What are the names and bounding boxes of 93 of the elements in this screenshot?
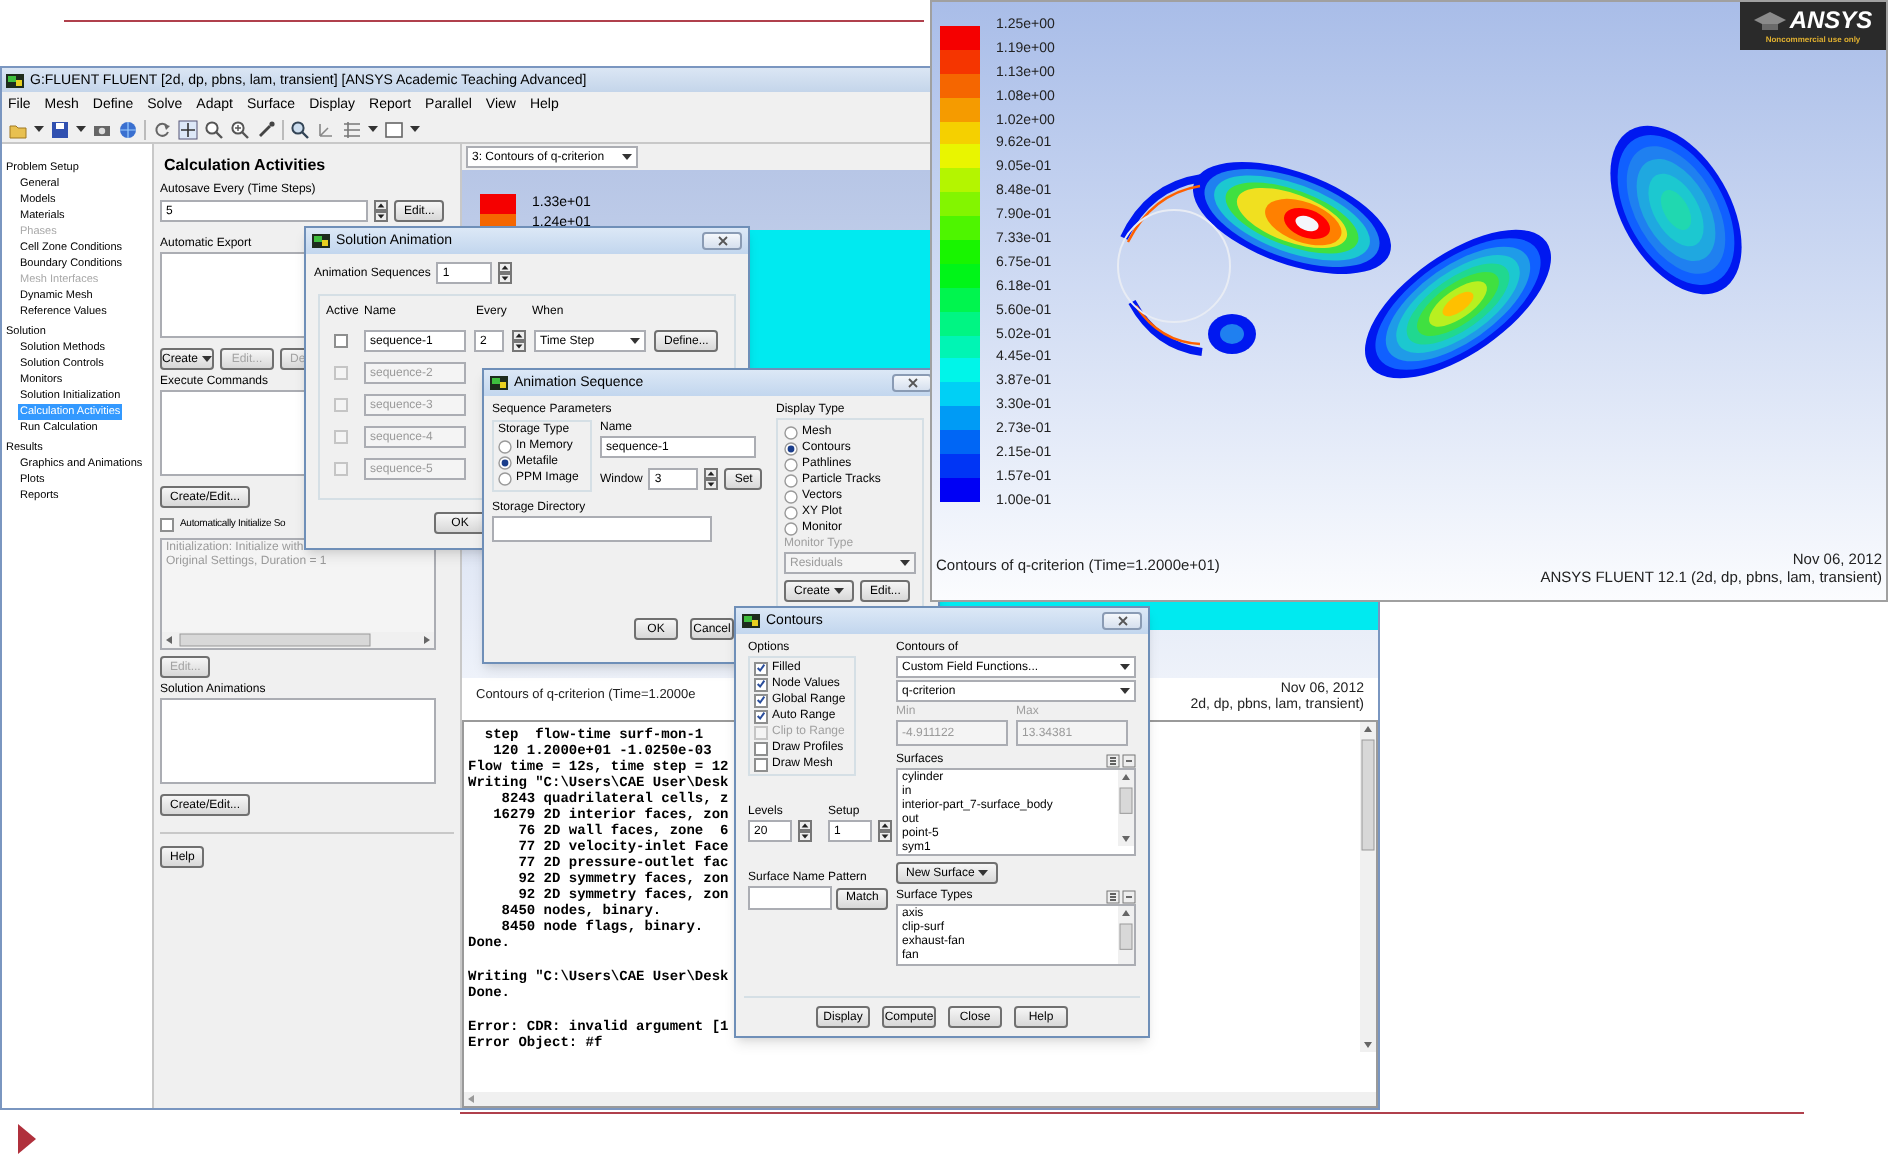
minus-icon[interactable] [1122,889,1136,903]
checkbox[interactable] [754,677,768,691]
spinner-icon[interactable] [798,820,812,842]
radio-button[interactable] [498,471,512,485]
caret-icon [202,356,213,362]
scrollbar[interactable] [1118,770,1134,846]
caret-icon [630,338,640,344]
radio-button[interactable] [784,505,798,519]
color-swatch [940,335,980,359]
color-swatch [940,358,980,383]
close-button[interactable] [892,374,932,392]
logo-text: ANSYS [1789,8,1873,34]
save-icon[interactable] [50,119,70,139]
color-swatch [940,430,980,455]
caret-icon [900,560,910,566]
checkbox[interactable] [754,693,768,707]
caret-icon [834,588,845,594]
radio-button[interactable] [784,457,798,471]
spinner-icon[interactable] [374,200,388,222]
caret-icon [1120,688,1130,694]
color-swatch [940,216,980,241]
radio-button[interactable] [784,489,798,503]
app-icon [6,73,24,87]
color-swatch [940,144,980,169]
color-swatch [940,477,980,502]
color-swatch [940,73,980,98]
close-icon [1117,616,1127,626]
color-swatch [940,97,980,122]
close-button[interactable] [702,232,742,250]
color-swatch [940,192,980,217]
scrollbar[interactable] [1118,906,1134,964]
move-icon[interactable] [178,119,198,139]
grid-icon[interactable] [342,119,362,139]
zoom-icon[interactable] [204,119,224,139]
minus-icon[interactable] [1122,753,1136,767]
input-field[interactable] [492,516,712,542]
color-swatch [940,454,980,478]
checkbox[interactable] [754,709,768,723]
app-icon [742,614,760,628]
spinner-icon[interactable] [704,468,719,490]
radio-button[interactable] [784,425,798,439]
radio-button[interactable] [784,521,798,535]
scrollbar[interactable] [1360,722,1376,1052]
caret-icon [622,154,632,160]
spinner-icon[interactable] [498,262,513,284]
checkbox[interactable] [754,661,768,675]
color-swatch [940,26,980,50]
color-swatch [940,168,980,193]
zoom-in-icon[interactable] [230,119,250,139]
checkbox[interactable] [334,334,348,348]
cylinder-outline [1117,209,1231,323]
checkbox[interactable] [754,757,768,771]
app-icon [490,376,508,390]
list-icon[interactable] [1106,889,1120,903]
search-icon[interactable] [290,119,310,139]
list-icon[interactable] [1106,753,1120,767]
color-swatch [940,240,980,264]
close-icon [907,378,917,388]
caret-icon [1120,664,1130,670]
color-swatch [940,121,980,145]
app-icon [312,234,330,248]
caret-icon [368,126,378,132]
rotate-icon[interactable] [152,119,172,139]
globe-icon[interactable] [118,119,138,139]
spinner-icon[interactable] [512,330,526,352]
radio-button[interactable] [498,439,512,453]
scrollbar[interactable] [162,632,434,648]
caret-icon [410,126,420,132]
window-icon[interactable] [384,119,404,139]
radio-button[interactable] [784,441,798,455]
caret-icon [978,870,989,876]
eyedropper-icon[interactable] [256,119,276,139]
color-swatch [940,311,980,336]
color-swatch [940,406,980,431]
close-icon [717,236,727,246]
color-swatch [940,287,980,312]
scrollbar[interactable] [464,1092,1376,1106]
checkbox[interactable] [754,741,768,755]
graduation-cap-icon [1753,11,1786,31]
checkbox[interactable] [160,517,174,531]
caret-icon [34,126,44,132]
color-swatch [940,49,980,74]
caret-icon [76,126,86,132]
color-swatch [940,263,980,288]
radio-button[interactable] [784,473,798,487]
color-swatch [480,194,516,214]
color-swatch [940,382,980,407]
input-field[interactable] [748,886,832,910]
panel-title: Calculation Activities [164,156,328,176]
spinner-icon[interactable] [878,820,892,842]
radio-button[interactable] [498,455,512,469]
close-button[interactable] [1102,612,1142,630]
triangle-icon [18,1124,36,1154]
